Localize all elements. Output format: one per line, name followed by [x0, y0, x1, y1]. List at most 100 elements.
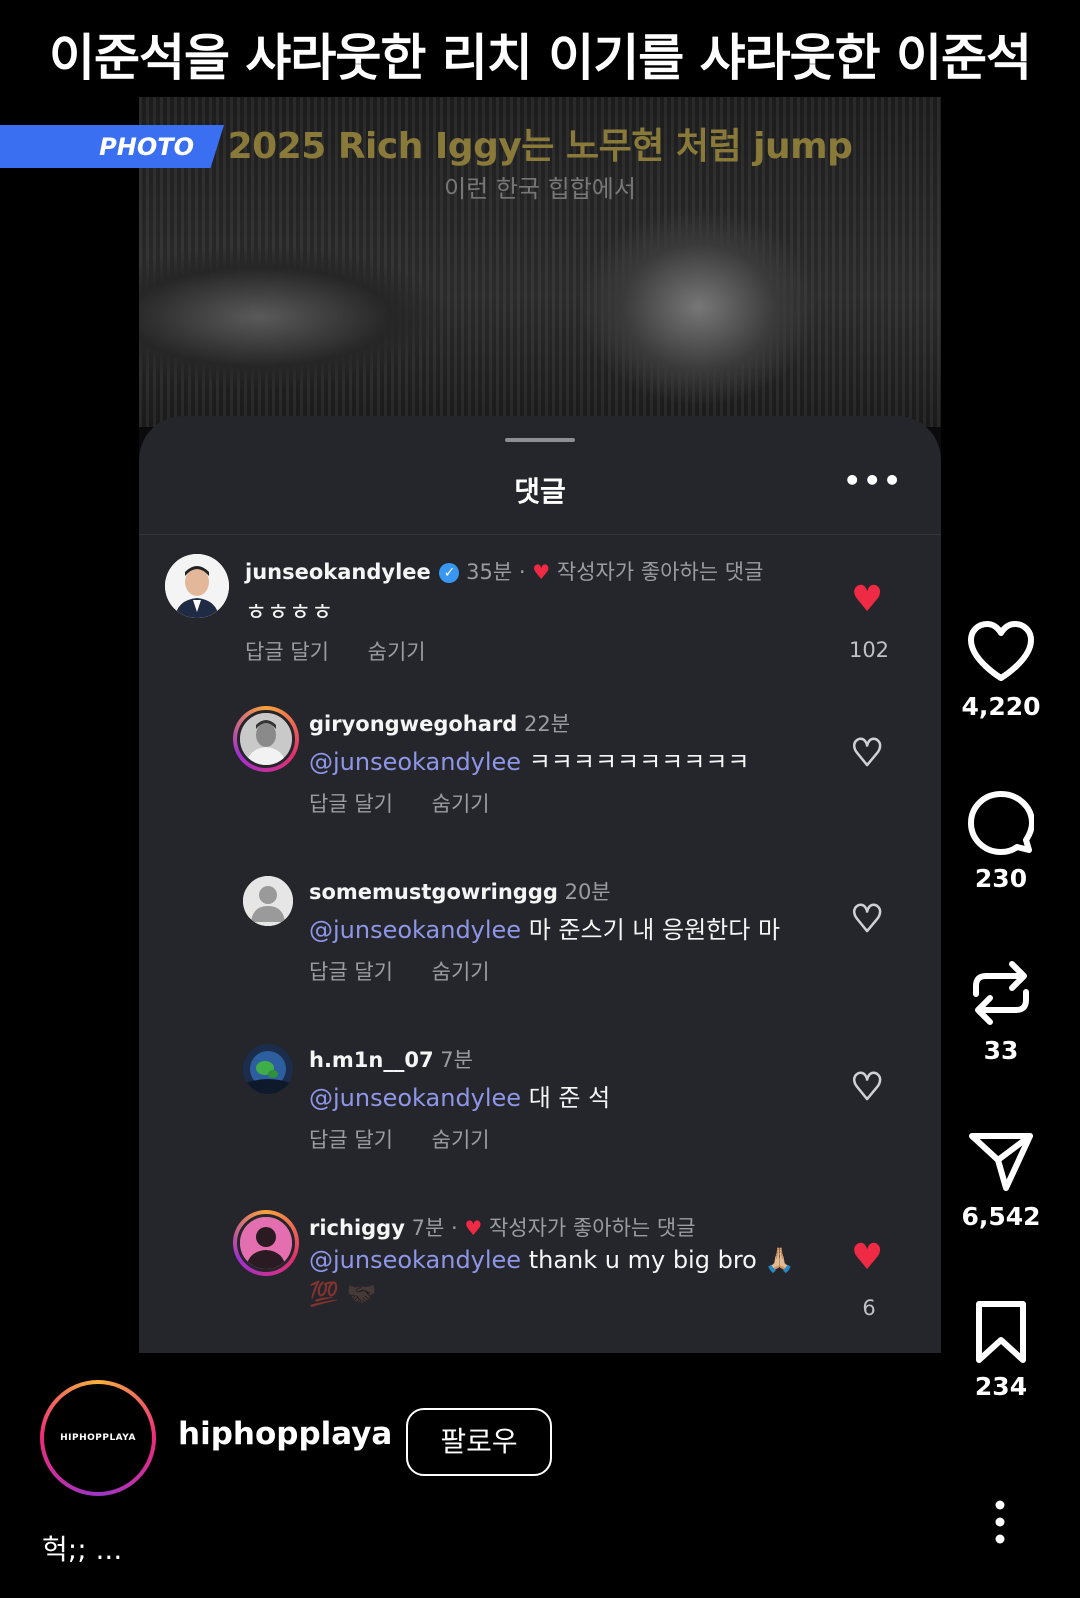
- comment-count: 230: [974, 864, 1028, 893]
- repost-button[interactable]: 33: [946, 958, 1056, 1065]
- comment-meta: richiggy 7분 · ♥ 작성자가 좋아하는 댓글: [309, 1212, 696, 1242]
- meta-separator: ·: [518, 560, 526, 584]
- comment-meta: somemustgowringgg 20분: [309, 876, 611, 906]
- comment-username[interactable]: somemustgowringgg: [309, 880, 558, 904]
- comment-time: 7분: [440, 1048, 473, 1072]
- comment-actions: 답글 달기 숨기기: [309, 956, 522, 986]
- comment-actions: 답글 달기 숨기기: [309, 1124, 522, 1154]
- comment-mention[interactable]: @junseokandylee: [309, 748, 521, 776]
- comment-time: 35분: [466, 560, 513, 584]
- comment-time: 20분: [564, 880, 611, 904]
- sheet-title: 댓글: [514, 475, 566, 508]
- comment-body: @junseokandylee 대 준 석: [309, 1078, 610, 1113]
- photo-subtitle: 이런 한국 힙합에서: [444, 175, 636, 203]
- comment-body: ㅎㅎㅎㅎ: [245, 592, 333, 627]
- like-heart-icon[interactable]: ♥: [851, 1240, 883, 1276]
- comment-actions: 답글 달기 숨기기: [245, 636, 458, 666]
- photo-badge: PHOTO: [0, 125, 224, 168]
- comments-sheet: 댓글 ••• junseokandylee ✓ 35분 · ♥ 작성자가 좋아하…: [139, 416, 941, 1353]
- post-caption[interactable]: 헉;; ...: [42, 1528, 122, 1568]
- author-liked-label: 작성자가 좋아하는 댓글: [556, 560, 764, 584]
- comment-time: 7분: [411, 1216, 445, 1240]
- save-count: 234: [974, 1372, 1028, 1401]
- sheet-more-button[interactable]: •••: [843, 464, 903, 497]
- more-options-icon[interactable]: [990, 1500, 1010, 1544]
- default-avatar-icon: [243, 876, 293, 926]
- comment-username[interactable]: richiggy: [309, 1216, 405, 1240]
- photo-badge-label: PHOTO: [99, 133, 194, 161]
- repost-count: 33: [983, 1036, 1019, 1065]
- comment-mention[interactable]: @junseokandylee: [309, 916, 521, 944]
- comment-emoji-text: 💯 🤝🏿: [309, 1280, 377, 1308]
- avatar[interactable]: [233, 706, 299, 772]
- avatar-person-icon: [240, 713, 292, 765]
- save-button[interactable]: 234: [946, 1300, 1056, 1401]
- globe-avatar-icon: [243, 1044, 293, 1094]
- photo-title: 2025 Rich Iggy는 노무현 처럼 jump: [227, 126, 853, 167]
- comment-meta: h.m1n__07 7분: [309, 1044, 473, 1074]
- comment-button[interactable]: 230: [946, 790, 1056, 893]
- hide-button[interactable]: 숨기기: [432, 792, 490, 816]
- follow-button[interactable]: 팔로우: [406, 1408, 552, 1476]
- comment-bubble-icon: [968, 791, 1034, 855]
- meta-separator: ·: [450, 1216, 458, 1240]
- author-liked-label: 작성자가 좋아하는 댓글: [488, 1216, 696, 1240]
- comment-item: junseokandylee ✓ 35분 · ♥ 작성자가 좋아하는 댓글 ㅎㅎ…: [139, 542, 941, 682]
- comment-item: giryongwegohard 22분 @junseokandylee ㅋㅋㅋㅋ…: [139, 706, 941, 826]
- repost-icon: [973, 961, 1029, 1025]
- profile-avatar[interactable]: HIPHOPPLAYA: [40, 1380, 156, 1496]
- avatar[interactable]: [233, 1210, 299, 1276]
- avatar-image: [237, 1214, 295, 1272]
- comment-body: @junseokandylee ㅋㅋㅋㅋㅋㅋㅋㅋㅋㅋ: [309, 742, 750, 777]
- comment-mention[interactable]: @junseokandylee: [309, 1084, 521, 1112]
- comment-body: @junseokandylee 마 준스기 내 응원한다 마: [309, 910, 780, 945]
- reply-button[interactable]: 답글 달기: [245, 640, 329, 664]
- bookmark-icon: [976, 1301, 1026, 1363]
- like-heart-icon[interactable]: ♥: [850, 1068, 885, 1107]
- profile-logo: HIPHOPPLAYA: [44, 1384, 152, 1492]
- avatar-silhouette-icon: [240, 1217, 292, 1269]
- comment-text: thank u my big bro 🙏🏼: [521, 1246, 795, 1274]
- comment-time: 22분: [524, 712, 571, 736]
- comment-item: h.m1n__07 7분 @junseokandylee 대 준 석 답글 달기…: [139, 1042, 941, 1162]
- like-heart-icon[interactable]: ♥: [850, 734, 885, 773]
- like-count: 102: [848, 638, 890, 662]
- comment-body: @junseokandylee thank u my big bro 🙏🏼: [309, 1246, 794, 1274]
- comment-item: somemustgowringgg 20분 @junseokandylee 마 …: [139, 874, 941, 994]
- comment-text: 대 준 석: [521, 1084, 611, 1112]
- avatar[interactable]: [243, 1044, 293, 1094]
- sheet-grabber[interactable]: [505, 438, 575, 442]
- author-liked-heart-icon: ♥: [464, 1216, 483, 1240]
- hide-button[interactable]: 숨기기: [368, 640, 426, 664]
- comment-username[interactable]: h.m1n__07: [309, 1048, 434, 1072]
- avatar[interactable]: [165, 554, 229, 618]
- comment-meta: giryongwegohard 22분: [309, 708, 570, 738]
- comment-actions: 답글 달기 숨기기: [309, 788, 522, 818]
- like-count: 6: [862, 1296, 876, 1320]
- share-button[interactable]: 6,542: [946, 1130, 1056, 1231]
- avatar[interactable]: [243, 876, 293, 926]
- hide-button[interactable]: 숨기기: [432, 960, 490, 984]
- like-heart-icon[interactable]: ♥: [850, 900, 885, 939]
- avatar-image: [237, 710, 295, 768]
- comment-meta: junseokandylee ✓ 35분 · ♥ 작성자가 좋아하는 댓글: [245, 556, 763, 586]
- profile-username[interactable]: hiphopplaya: [178, 1416, 392, 1452]
- hide-button[interactable]: 숨기기: [432, 1128, 490, 1152]
- comment-text: ㅎㅎㅎㅎ: [245, 598, 334, 626]
- like-heart-icon[interactable]: ♥: [851, 582, 883, 618]
- comment-text: ㅋㅋㅋㅋㅋㅋㅋㅋㅋㅋ: [521, 748, 750, 776]
- comment-item: richiggy 7분 · ♥ 작성자가 좋아하는 댓글 @junseokand…: [139, 1210, 941, 1350]
- comment-mention[interactable]: @junseokandylee: [309, 1246, 521, 1274]
- comment-username[interactable]: junseokandylee: [245, 560, 431, 584]
- reply-button[interactable]: 답글 달기: [309, 960, 393, 984]
- verified-badge-icon: ✓: [439, 563, 460, 583]
- sheet-divider: [139, 534, 941, 535]
- like-count: 4,220: [961, 692, 1041, 721]
- comment-username[interactable]: giryongwegohard: [309, 712, 517, 736]
- like-button[interactable]: 4,220: [946, 620, 1056, 721]
- reply-button[interactable]: 답글 달기: [309, 1128, 393, 1152]
- send-icon: [969, 1133, 1033, 1191]
- reply-button[interactable]: 답글 달기: [309, 792, 393, 816]
- headline: 이준석을 샤라웃한 리치 이기를 샤라웃한 이준석: [48, 29, 1032, 87]
- share-count: 6,542: [961, 1202, 1041, 1231]
